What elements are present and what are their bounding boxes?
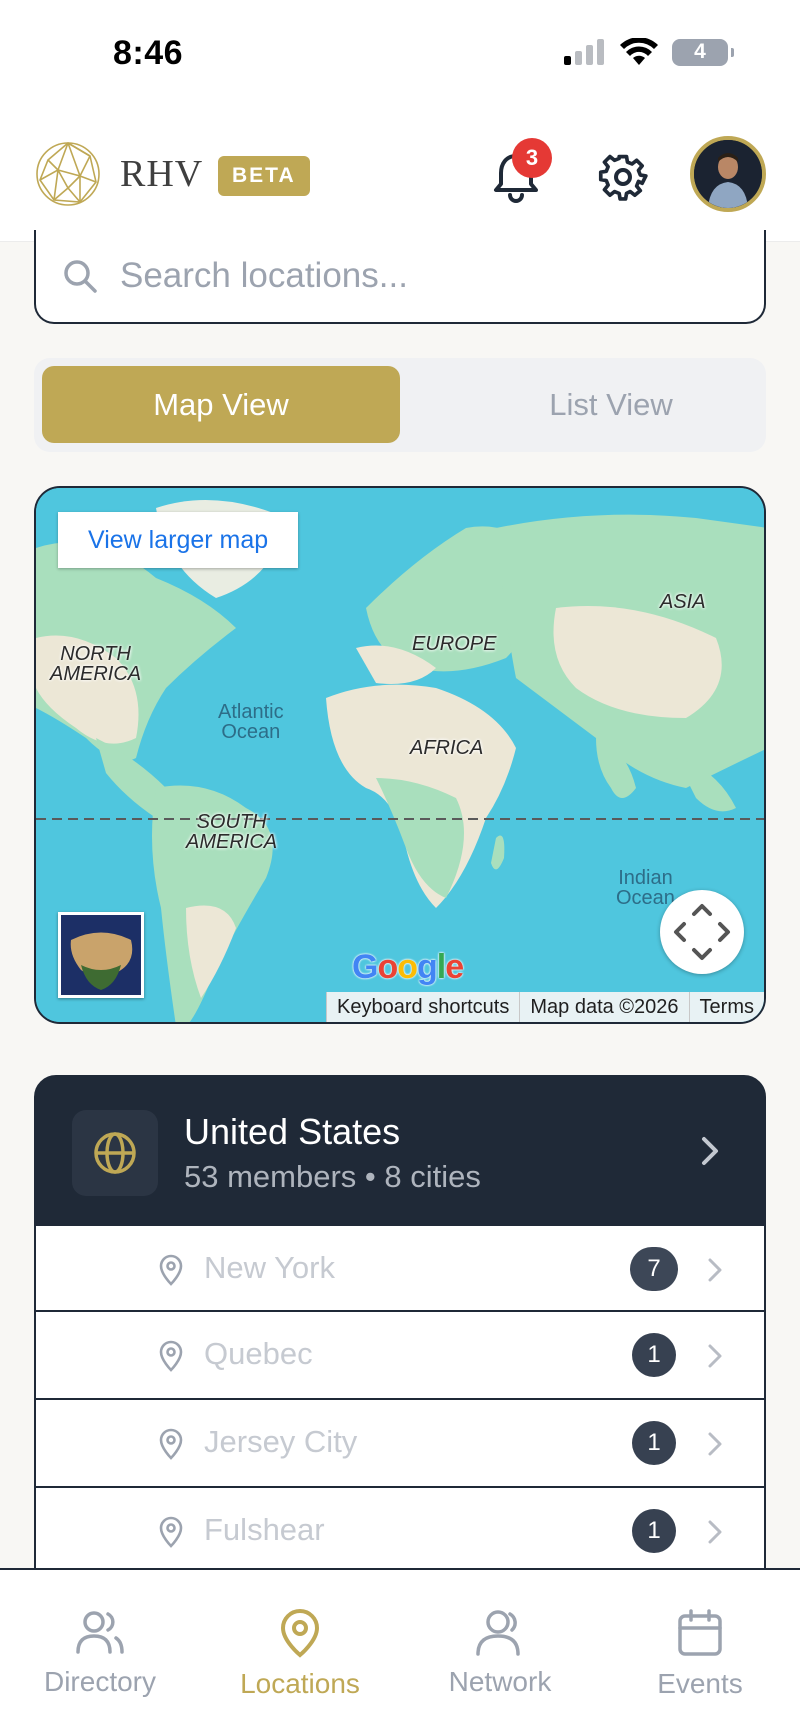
bottom-nav: Directory Locations Network Events bbox=[0, 1568, 800, 1732]
expand-arrows-icon bbox=[674, 904, 730, 960]
city-row[interactable]: Quebec 1 bbox=[34, 1312, 766, 1400]
world-map bbox=[36, 488, 764, 1022]
chevron-right-icon bbox=[708, 1432, 722, 1456]
avatar-image bbox=[694, 140, 762, 208]
nav-label-directory: Directory bbox=[43, 1666, 156, 1697]
map-pin-icon bbox=[159, 1254, 183, 1286]
map-label-asia: ASIA bbox=[660, 591, 706, 613]
search-icon bbox=[64, 260, 97, 293]
network-icon bbox=[476, 1610, 520, 1656]
status-icons: 4 bbox=[562, 38, 734, 66]
gear-icon[interactable] bbox=[598, 152, 648, 202]
map-attribution: Keyboard shortcuts Map data ©2026 Terms bbox=[326, 992, 764, 1022]
beta-badge: BETA bbox=[218, 156, 310, 196]
view-toggle: Map View List View bbox=[34, 358, 766, 452]
member-count-badge: 1 bbox=[632, 1421, 676, 1465]
country-summary: 53 members • 8 cities bbox=[184, 1159, 481, 1194]
nav-events[interactable]: Events bbox=[600, 1570, 800, 1732]
map-pin-icon bbox=[159, 1516, 183, 1548]
city-row[interactable]: New York 7 bbox=[34, 1224, 766, 1312]
map-pin-icon bbox=[159, 1340, 183, 1372]
map-label-africa: AFRICA bbox=[410, 737, 484, 759]
chevron-right-icon bbox=[708, 1520, 722, 1544]
search-placeholder: Search locations... bbox=[120, 256, 408, 295]
map-label-north-america: NORTH AMERICA bbox=[50, 643, 142, 685]
city-row[interactable]: Fulshear 1 bbox=[34, 1488, 766, 1576]
map-label-south-america: SOUTH AMERICA bbox=[186, 811, 278, 853]
member-count-badge: 1 bbox=[632, 1333, 676, 1377]
country-card[interactable]: United States 53 members • 8 cities bbox=[34, 1075, 766, 1225]
app-header: RHV BETA 3 bbox=[0, 108, 800, 242]
keyboard-shortcuts-link[interactable]: Keyboard shortcuts bbox=[326, 992, 519, 1022]
nav-directory[interactable]: Directory bbox=[0, 1570, 200, 1732]
map-view-tab[interactable]: Map View bbox=[42, 366, 400, 443]
nav-label-events: Events bbox=[657, 1668, 743, 1699]
terms-link[interactable]: Terms bbox=[688, 992, 764, 1022]
city-name: Fulshear bbox=[204, 1512, 325, 1547]
globe-icon bbox=[94, 1132, 136, 1174]
nav-locations[interactable]: Locations bbox=[200, 1570, 400, 1732]
map-pin-icon bbox=[280, 1608, 320, 1658]
notification-badge: 3 bbox=[512, 138, 552, 178]
brand-name: RHV bbox=[120, 153, 204, 195]
satellite-thumbnail bbox=[61, 915, 141, 995]
globe-tile bbox=[72, 1110, 158, 1196]
wifi-icon bbox=[620, 38, 658, 65]
city-list: New York 7 Quebec 1 Jersey City 1 Fulshe… bbox=[34, 1224, 766, 1576]
nav-network[interactable]: Network bbox=[400, 1570, 600, 1732]
fullscreen-button[interactable] bbox=[660, 890, 744, 974]
google-logo: Google bbox=[352, 948, 464, 986]
battery-icon: 4 bbox=[672, 38, 734, 66]
rhv-logo-icon bbox=[36, 142, 100, 206]
map-pin-icon bbox=[159, 1428, 183, 1460]
member-count-badge: 7 bbox=[630, 1247, 678, 1291]
search-input[interactable]: Search locations... bbox=[34, 230, 766, 324]
map-label-atlantic: Atlantic Ocean bbox=[218, 701, 284, 743]
nav-label-network: Network bbox=[448, 1666, 552, 1697]
status-bar: 8:46 4 bbox=[0, 0, 800, 108]
member-count-badge: 1 bbox=[632, 1509, 676, 1553]
city-name: Jersey City bbox=[204, 1424, 358, 1459]
satellite-toggle[interactable] bbox=[58, 912, 144, 998]
signal-icon bbox=[564, 39, 604, 65]
city-name: Quebec bbox=[204, 1336, 313, 1371]
map-widget[interactable]: View larger map NORTH AMERICA Atlantic Oce… bbox=[34, 486, 766, 1024]
list-view-tab[interactable]: List View bbox=[432, 366, 790, 443]
chevron-right-icon bbox=[708, 1258, 722, 1282]
nav-label-locations: Locations bbox=[240, 1668, 360, 1699]
map-data-text: Map data ©2026 bbox=[519, 992, 688, 1022]
status-time: 8:46 bbox=[113, 34, 184, 72]
chevron-right-icon bbox=[702, 1137, 718, 1165]
users-icon bbox=[76, 1611, 124, 1654]
view-larger-map-link[interactable]: View larger map bbox=[58, 512, 299, 568]
city-row[interactable]: Jersey City 1 bbox=[34, 1400, 766, 1488]
calendar-icon bbox=[678, 1609, 722, 1656]
user-avatar[interactable] bbox=[690, 136, 766, 212]
city-name: New York bbox=[204, 1250, 335, 1285]
chevron-right-icon bbox=[708, 1344, 722, 1368]
country-name: United States bbox=[184, 1111, 401, 1152]
map-label-europe: EUROPE bbox=[412, 633, 497, 655]
